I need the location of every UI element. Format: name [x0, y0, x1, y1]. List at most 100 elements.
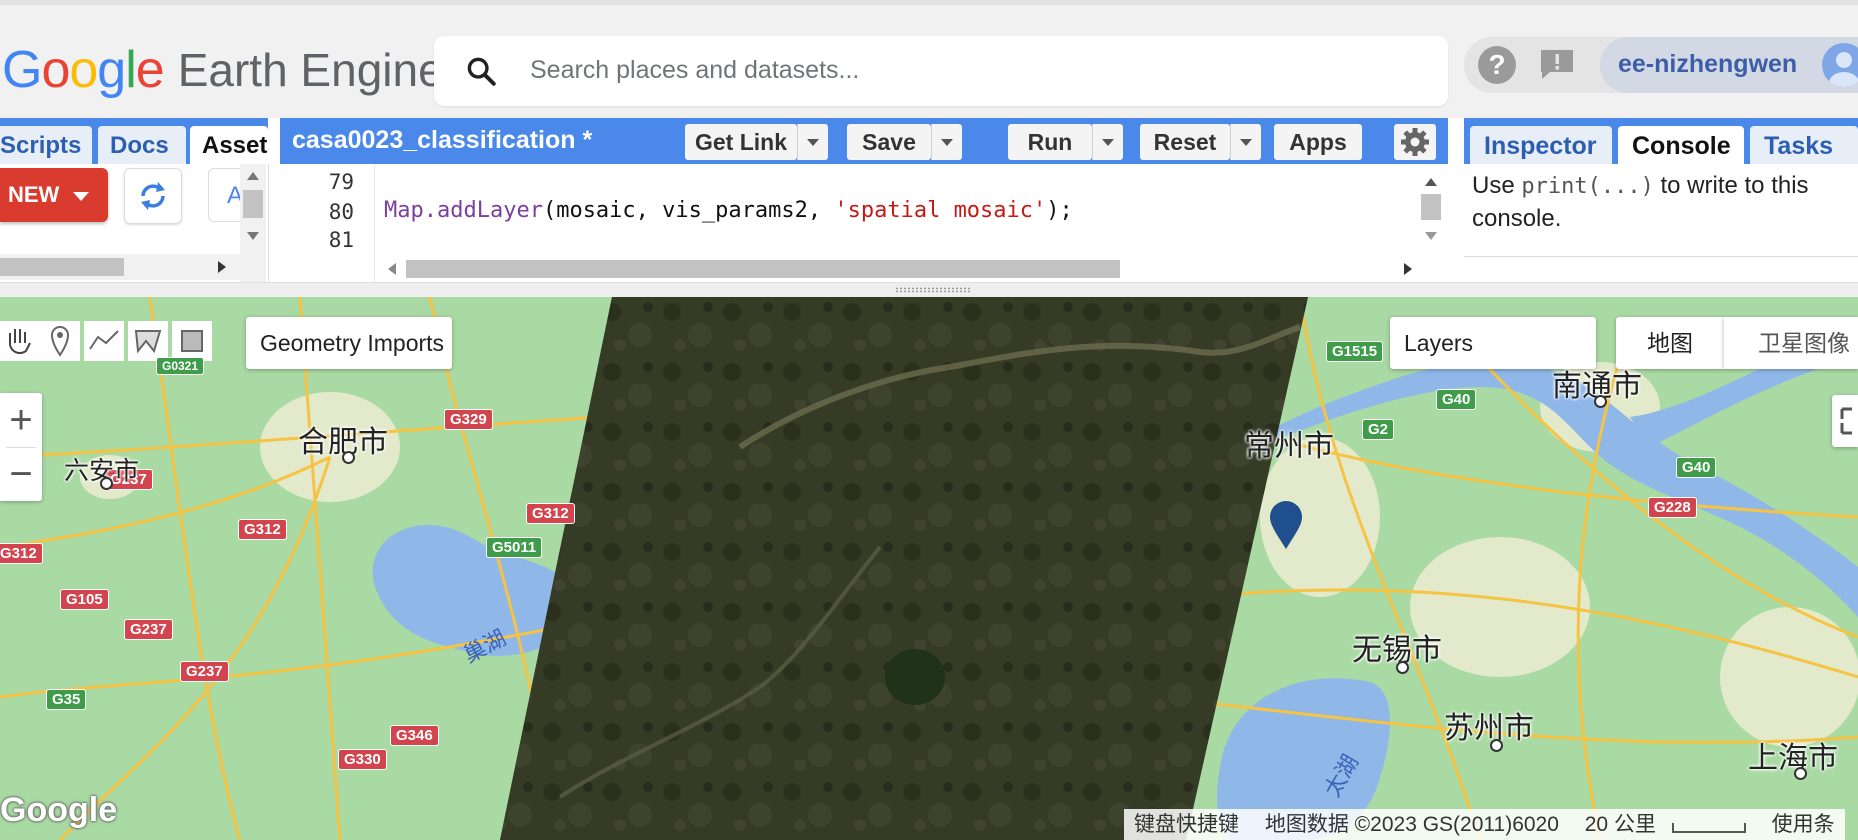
console-hint-code: print(...) — [1521, 174, 1654, 199]
geometry-imports-button[interactable]: Geometry Imports — [246, 317, 452, 369]
city-dot — [100, 477, 113, 490]
highway-shield: G312 — [238, 519, 287, 540]
code-line[interactable]: Map.addLayer(mosaic, vis_params2, 'spati… — [384, 198, 1073, 223]
drag-handle-icon[interactable] — [895, 287, 971, 293]
highway-shield: G40 — [1676, 457, 1717, 478]
editor-horizontal-scrollbar[interactable] — [384, 256, 1418, 282]
keyboard-shortcuts-link[interactable]: 键盘快捷键 — [1134, 813, 1239, 836]
highway-shield: G228 — [1648, 497, 1697, 518]
run-dropdown[interactable] — [1092, 124, 1123, 160]
question-circle-icon[interactable]: ? — [1478, 46, 1516, 84]
tab-console-label: Console — [1632, 132, 1731, 160]
fullscreen-icon — [1840, 407, 1852, 435]
layers-label: Layers — [1404, 330, 1474, 356]
tab-inspector[interactable]: Inspector — [1470, 126, 1612, 164]
tab-scripts[interactable]: Scripts — [0, 126, 92, 164]
polygon-tool[interactable] — [128, 321, 168, 361]
highway-shield: G237 — [124, 619, 173, 640]
geometry-imports-label: Geometry Imports — [260, 330, 445, 356]
reset-button[interactable]: Reset — [1140, 124, 1230, 160]
point-tool[interactable] — [40, 321, 80, 361]
map-marker[interactable] — [1268, 499, 1304, 551]
get-link-dropdown[interactable] — [797, 124, 828, 160]
tab-assets[interactable]: Asset — [190, 126, 268, 164]
highway-shield: G105 — [60, 589, 109, 610]
code-editor[interactable]: 79 80 81 Map.addLayer(mosaic, vis_params… — [280, 164, 1448, 282]
map-attribution: 键盘快捷键 地图数据 ©2023 GS(2011)6020 20 公里 使用条 — [1124, 809, 1845, 840]
avatar[interactable] — [1822, 43, 1858, 87]
city-label: 常州市 — [1244, 430, 1334, 463]
left-vertical-scrollbar[interactable] — [240, 164, 266, 282]
highway-shield: G1515 — [1326, 341, 1384, 362]
apps-label: Apps — [1289, 129, 1347, 155]
search-input[interactable]: Search places and datasets... — [530, 56, 859, 85]
code-args: (mosaic, vis_params2, — [542, 198, 835, 223]
zoom-control: + − — [0, 393, 42, 501]
top-header: Google Earth Engine Search places and da… — [0, 0, 1858, 118]
code-function: Map.addLayer — [384, 198, 543, 223]
reset-dropdown[interactable] — [1230, 124, 1261, 160]
logo-google-text: Google — [2, 41, 165, 99]
right-panel-tabs: Inspector Console Tasks — [1464, 118, 1858, 164]
feedback-icon[interactable] — [1538, 47, 1576, 81]
highway-shield: G0321 — [156, 357, 205, 375]
save-dropdown[interactable] — [931, 124, 962, 160]
line-number-gutter: 79 80 81 — [280, 164, 375, 282]
tab-tasks[interactable]: Tasks — [1750, 126, 1858, 164]
city-dot — [1396, 661, 1409, 674]
logo-product-text: Earth Engine — [177, 44, 444, 96]
panel-splitter[interactable] — [0, 282, 1858, 298]
city-label: 上海市 — [1748, 742, 1838, 775]
zoom-in-button[interactable]: + — [0, 393, 42, 447]
tab-docs[interactable]: Docs — [98, 126, 186, 164]
zoom-out-button[interactable]: − — [0, 447, 42, 501]
terms-link[interactable]: 使用条 — [1772, 813, 1835, 836]
save-button[interactable]: Save — [847, 124, 931, 160]
line-tool[interactable] — [84, 321, 124, 361]
line-number: 80 — [328, 200, 354, 224]
map-data-text: 地图数据 ©2023 GS(2011)6020 — [1264, 813, 1559, 836]
settings-button[interactable] — [1394, 124, 1436, 160]
run-button[interactable]: Run — [1008, 124, 1092, 160]
console-hint: Use print(...) to write to this console. — [1472, 170, 1852, 235]
city-dot — [1594, 395, 1607, 408]
highway-shield: G2 — [1362, 419, 1395, 440]
user-account-button[interactable]: ee-nizhengwen — [1600, 37, 1858, 93]
reset-label: Reset — [1153, 129, 1217, 155]
scale-label: 20 公里 — [1584, 813, 1656, 836]
run-label: Run — [1027, 129, 1073, 155]
get-link-button[interactable]: Get Link — [685, 124, 797, 160]
console-panel[interactable]: Use print(...) to write to this console. — [1464, 164, 1858, 282]
city-dot — [342, 451, 355, 464]
map-type-map-label: 地图 — [1647, 330, 1693, 356]
pan-hand-tool[interactable] — [0, 321, 40, 361]
map-canvas[interactable]: Geometry Imports Layers 地图 卫星图像 + − G032… — [0, 297, 1858, 840]
left-horizontal-scrollbar[interactable] — [0, 254, 240, 280]
highway-shield: G346 — [390, 725, 439, 746]
new-button[interactable]: NEW — [0, 168, 108, 222]
line-number: 81 — [328, 228, 354, 252]
script-title[interactable]: casa0023_classification * — [292, 126, 592, 155]
chevron-down-icon — [73, 191, 90, 201]
editor-vertical-scrollbar[interactable] — [1418, 164, 1444, 268]
refresh-button[interactable] — [124, 168, 182, 224]
refresh-icon — [141, 182, 165, 210]
fullscreen-button[interactable] — [1832, 395, 1858, 447]
apps-button[interactable]: Apps — [1274, 124, 1362, 160]
earth-engine-logo[interactable]: Google Earth Engine — [2, 35, 444, 105]
highway-shield: G329 — [444, 409, 493, 430]
highway-shield: G312 — [526, 503, 575, 524]
gear-icon — [1401, 128, 1429, 156]
search-box[interactable]: Search places and datasets... — [434, 36, 1448, 106]
tab-console[interactable]: Console — [1618, 126, 1744, 164]
highway-shield: G237 — [180, 661, 229, 682]
map-type-satellite-label: 卫星图像 — [1758, 330, 1850, 356]
left-panel-tabs: Scripts Docs Asset — [0, 118, 268, 164]
map-type-satellite-button[interactable]: 卫星图像 — [1724, 317, 1858, 369]
highway-shield: G35 — [46, 689, 87, 710]
rectangle-tool[interactable] — [172, 321, 212, 361]
scale-bar — [1671, 823, 1746, 833]
rectangle-icon — [181, 330, 203, 352]
code-end: ); — [1046, 198, 1073, 223]
save-label: Save — [862, 129, 916, 155]
